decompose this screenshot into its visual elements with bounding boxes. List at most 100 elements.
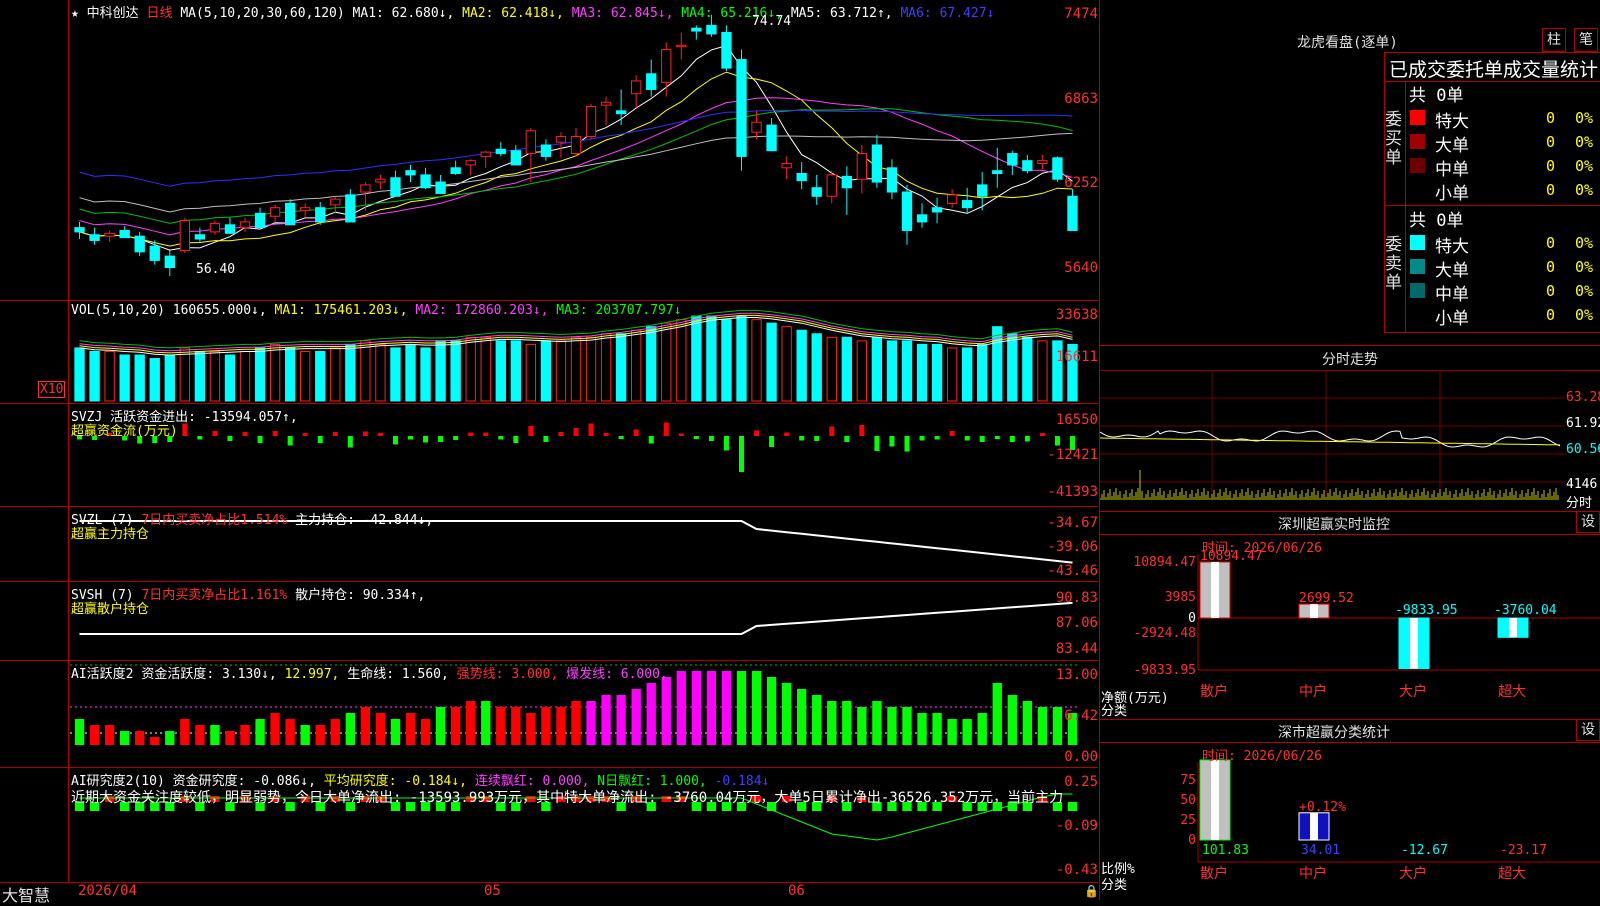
candle-body [706, 24, 717, 35]
svzl-pane[interactable]: -34.67 -39.06 -43.46 SVZL (7) 7日内买卖净占比1.… [0, 507, 1098, 582]
order-color-swatch [1410, 110, 1425, 125]
classify-tick-label: 25 [1180, 813, 1196, 828]
svzl-y-c: -43.46 [1047, 563, 1098, 579]
svzj-y-c: -41393 [1047, 484, 1098, 500]
flow-bar [588, 423, 594, 436]
volume-bar [706, 315, 717, 402]
buy-total: 共 0单 [1409, 86, 1464, 106]
flow-bar [242, 432, 248, 436]
activity-bar [842, 701, 852, 745]
activity-bar [917, 713, 927, 745]
classify-bar-value: 34.01 [1301, 843, 1340, 858]
y-label-top: 7474 [1064, 6, 1098, 22]
intraday-chart[interactable] [1100, 370, 1600, 510]
flow-bar [1054, 436, 1060, 446]
candle-body [345, 194, 356, 223]
activity-bar [360, 707, 371, 745]
volume-bar [977, 343, 988, 402]
monitor-title: 深圳超赢实时监控 [1278, 517, 1390, 533]
lock-icon[interactable]: 🔒 [1084, 884, 1099, 898]
ma5-value: MA5: 63.712↑, [790, 6, 893, 21]
classify-bar-value: -12.67 [1401, 843, 1448, 858]
activity-bar [812, 695, 822, 745]
flow-bar [302, 433, 308, 436]
classify-top-label: +0.12% [1299, 800, 1346, 815]
ai1-y-b: 6.42 [1064, 708, 1098, 724]
stock-name: 中科创达 [86, 6, 139, 21]
volume-bar [74, 347, 85, 402]
activity-bar [947, 719, 957, 745]
date-start: 2026/04 [78, 883, 138, 899]
activity-bar [150, 737, 160, 745]
volume-bar [916, 343, 928, 402]
candle-body [646, 73, 657, 90]
monitor-tick-label: -9833.95 [1133, 663, 1196, 678]
candle-pane[interactable]: 7474 6863 6252 5640 ★ 中科创达 日线 MA(5,10,20… [0, 0, 1098, 301]
volume-pane[interactable]: 33638 16611 X10 VOL(5,10,20) 160655.000↓… [0, 301, 1098, 404]
flow-bar [633, 429, 639, 436]
activity-bar [119, 731, 130, 745]
activity-bar [435, 707, 446, 745]
monitor-titlebar: 深圳超赢实时监控 设 [1100, 511, 1600, 535]
svsh-pane[interactable]: 90.83 87.06 83.44 SVSH (7) 7日内买卖净占比1.161… [0, 582, 1098, 661]
flow-bar [769, 436, 775, 447]
buy-block: 委买单 共 0单 特大 0 0% 大单 0 0% 中单 0 0% 小单 0 0% [1384, 81, 1600, 206]
order-color-swatch [1410, 283, 1425, 298]
monitor-category: 中户 [1299, 683, 1327, 700]
volume-bar [300, 350, 311, 402]
order-color-swatch [1410, 307, 1425, 322]
volume-bar [540, 340, 552, 402]
candle-body [119, 229, 130, 239]
order-type-label: 特大 [1435, 112, 1469, 132]
sell-side-label: 委卖单 [1385, 235, 1402, 293]
monitor-settings-button[interactable]: 设 [1576, 511, 1600, 533]
stat-title: 已成交委托单成交量统计 [1389, 59, 1599, 81]
classify-titlebar: 深市超赢分类统计 设 [1100, 719, 1600, 743]
candle-chart[interactable] [0, 0, 1098, 300]
svsh-hold: 散户持仓: 90.334↑, [295, 588, 426, 603]
candle-body [480, 151, 491, 157]
order-color-swatch [1410, 259, 1425, 274]
flow-bar [814, 436, 820, 441]
activity-bar [601, 695, 611, 745]
candle-body [751, 121, 762, 133]
ai-research-pane[interactable]: 0.25 -0.09 -0.43 AI研究度2(10) 资金研究度: -0.08… [0, 768, 1098, 883]
svsh-y-c: 83.44 [1055, 641, 1098, 657]
candle-body [721, 31, 732, 69]
bar-mode-button[interactable]: 柱 [1542, 28, 1566, 52]
tick-mode-button[interactable]: 笔 [1574, 28, 1598, 52]
volume-bar [962, 347, 973, 402]
vol-value: 160655.000↓, [172, 303, 267, 318]
classify-chart: 75 50 25 0 101.83 散户 +0.12% 34.01 中户 -12.67 大户 -23.… [1180, 759, 1600, 882]
candle-body [886, 167, 898, 193]
classify-settings-button[interactable]: 设 [1576, 719, 1600, 741]
ai2-y-b: -0.09 [1055, 818, 1098, 834]
svsh-text: 7日内买卖净占比1.161% [141, 588, 288, 603]
candle-body [600, 101, 612, 106]
activity-bar [481, 701, 491, 745]
activity-bar [210, 725, 220, 745]
activity-bar [736, 671, 747, 745]
classify-bar [1199, 759, 1231, 841]
activity-bar [781, 683, 792, 745]
candle-body [766, 124, 777, 152]
candle-body [1037, 160, 1048, 165]
order-type-label: 小单 [1435, 184, 1469, 204]
svsh-y-a: 90.83 [1055, 590, 1098, 606]
order-type-label: 中单 [1435, 285, 1469, 305]
svzj-y-a: 16550 [1055, 412, 1098, 428]
svzl-sub: 超赢主力持仓 [71, 527, 150, 542]
volume-bar [615, 333, 627, 402]
vol-label: VOL(5,10,20) [71, 303, 165, 318]
flow-bar [618, 436, 624, 439]
activity-bar [797, 689, 807, 745]
ai-activity-pane[interactable]: 13.00 6.42 0.00 AI活跃度2 资金活跃度: 3.130↓, 12… [0, 661, 1098, 768]
candle-body [360, 184, 371, 193]
svsh-sub: 超赢散户持仓 [71, 602, 150, 617]
brand-label[interactable]: 大智慧 [2, 882, 50, 906]
period-label[interactable]: 日线 [147, 6, 173, 21]
candle-body [796, 173, 807, 182]
star-icon[interactable]: ★ [71, 6, 79, 21]
svzj-pane[interactable]: 16550 -12421 -41393 SVZJ 活跃资金进出: -13594.… [0, 404, 1098, 507]
classify-category: 中户 [1299, 865, 1327, 882]
